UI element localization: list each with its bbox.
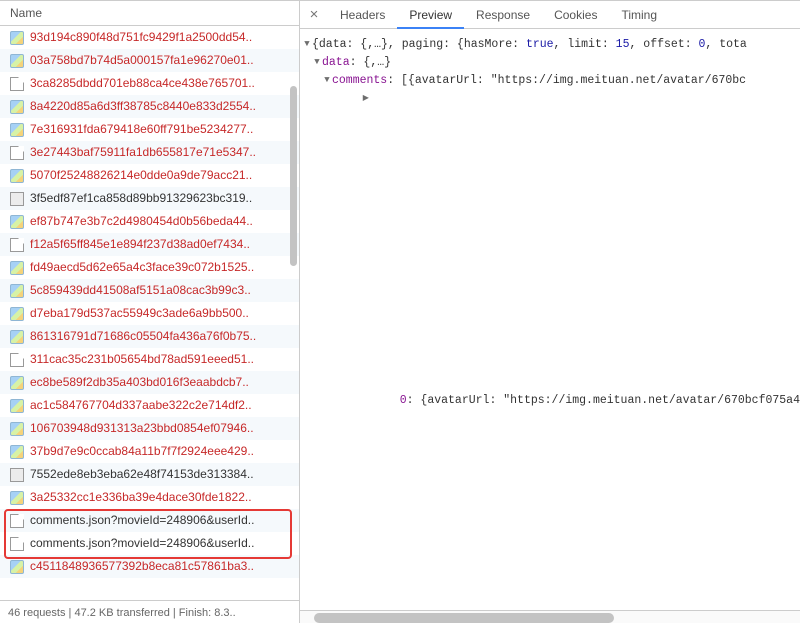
request-row[interactable]: 93d194c890f48d751fc9429f1a2500dd54.. [0,26,299,49]
detail-tabs: × HeadersPreviewResponseCookiesTiming [300,1,800,29]
request-name: ec8be589f2db35a403bd016f3eaabdcb7.. [30,371,249,394]
request-row[interactable]: 311cac35c231b05654bd78ad591eeed51.. [0,348,299,371]
image-file-icon [10,330,24,344]
image-file-icon [10,169,24,183]
image-file-icon [10,445,24,459]
expand-toggle[interactable] [332,89,400,610]
request-name: d7eba179d537ac55949c3ade6a9bb500.. [30,302,249,325]
image-file-icon [10,376,24,390]
json-value: : {,…} [350,54,391,71]
tab-headers[interactable]: Headers [328,1,397,29]
tab-response[interactable]: Response [464,1,542,29]
request-row[interactable]: c4511848936577392b8eca81c57861ba3.. [0,555,299,578]
request-row[interactable]: 3f5edf87ef1ca858d89bb91329623bc319.. [0,187,299,210]
name-column-header[interactable]: Name [0,1,299,26]
request-name: ac1c584767704d337aabe322c2e714df2.. [30,394,252,417]
request-row[interactable]: 3ca8285dbdd701eb88ca4ce438e765701.. [0,72,299,95]
request-name: 5c859439dd41508af5151a08cac3b99c3.. [30,279,251,302]
request-name: 3a25332cc1e336ba39e4dace30fde1822.. [30,486,252,509]
request-name: 311cac35c231b05654bd78ad591eeed51.. [30,348,254,371]
request-row[interactable]: 861316791d71686c05504fa436a76f0b75.. [0,325,299,348]
image-file-icon [10,54,24,68]
request-name: 5070f25248826214e0dde0a9de79acc21.. [30,164,252,187]
request-name: 3f5edf87ef1ca858d89bb91329623bc319.. [30,187,252,210]
request-row[interactable]: 5c859439dd41508af5151a08cac3b99c3.. [0,279,299,302]
image-file-icon [10,100,24,114]
image-file-icon [10,261,24,275]
document-file-icon [10,238,24,252]
request-name: 7552ede8eb3eba62e48f74153de313384.. [30,463,254,486]
request-row[interactable]: fd49aecd5d62e65a4c3face39c072b1525.. [0,256,299,279]
json-key[interactable]: 0 [400,392,407,409]
request-row[interactable]: 5070f25248826214e0dde0a9de79acc21.. [0,164,299,187]
image-file-icon [10,284,24,298]
expand-toggle[interactable] [302,35,312,53]
image-file-icon [10,422,24,436]
image-file-icon [10,399,24,413]
request-name: 106703948d931313a23bbd0854ef07946.. [30,417,254,440]
request-list-body[interactable]: 93d194c890f48d751fc9429f1a2500dd54..03a7… [0,26,299,600]
request-name: 8a4220d85a6d3ff38785c8440e833d2554.. [30,95,256,118]
image-file-icon [10,215,24,229]
document-file-icon [10,514,24,528]
scrollbar-thumb[interactable] [314,613,614,623]
request-name: comments.json?movieId=248906&userId.. [30,509,254,532]
request-name: f12a5f65ff845e1e894f237d38ad0ef7434.. [30,233,250,256]
preview-tree[interactable]: {data: {,…}, paging: {hasMore: true, lim… [300,29,800,610]
image-file-icon [10,123,24,137]
script-file-icon [10,468,24,482]
image-file-icon [10,31,24,45]
request-row[interactable]: f12a5f65ff845e1e894f237d38ad0ef7434.. [0,233,299,256]
tree-text: {data: {,…}, paging: {hasMore: true, lim… [312,36,747,53]
script-file-icon [10,192,24,206]
request-name: 03a758bd7b74d5a000157fa1e96270e01.. [30,49,254,72]
detail-panel: × HeadersPreviewResponseCookiesTiming {d… [300,1,800,623]
json-key[interactable]: data [322,54,350,71]
horizontal-scrollbar[interactable] [300,610,800,623]
request-name: ef87b747e3b7c2d4980454d0b56beda44.. [30,210,253,233]
request-row[interactable]: ac1c584767704d337aabe322c2e714df2.. [0,394,299,417]
tab-cookies[interactable]: Cookies [542,1,609,29]
json-value: : [{avatarUrl: "https://img.meituan.net/… [387,72,746,89]
tab-timing[interactable]: Timing [609,1,669,29]
tab-preview[interactable]: Preview [397,1,464,29]
network-request-list: Name 93d194c890f48d751fc9429f1a2500dd54.… [0,1,300,623]
request-name: fd49aecd5d62e65a4c3face39c072b1525.. [30,256,254,279]
status-bar: 46 requests | 47.2 KB transferred | Fini… [0,600,299,623]
request-name: 861316791d71686c05504fa436a76f0b75.. [30,325,256,348]
document-file-icon [10,537,24,551]
request-name: 93d194c890f48d751fc9429f1a2500dd54.. [30,26,252,49]
json-key[interactable]: comments [332,72,387,89]
request-row[interactable]: 37b9d7e9c0ccab84a11b7f7f2924eee429.. [0,440,299,463]
scrollbar-thumb[interactable] [290,86,297,266]
request-row[interactable]: 106703948d931313a23bbd0854ef07946.. [0,417,299,440]
request-row[interactable]: 03a758bd7b74d5a000157fa1e96270e01.. [0,49,299,72]
request-row[interactable]: ec8be589f2db35a403bd016f3eaabdcb7.. [0,371,299,394]
close-icon[interactable]: × [300,6,328,23]
document-file-icon [10,353,24,367]
document-file-icon [10,77,24,91]
request-row[interactable]: 7e316931fda679418e60ff791be5234277.. [0,118,299,141]
image-file-icon [10,491,24,505]
request-row[interactable]: ef87b747e3b7c2d4980454d0b56beda44.. [0,210,299,233]
request-name: c4511848936577392b8eca81c57861ba3.. [30,555,254,578]
request-row[interactable]: 8a4220d85a6d3ff38785c8440e833d2554.. [0,95,299,118]
request-row[interactable]: comments.json?movieId=248906&userId.. [0,532,299,555]
image-file-icon [10,560,24,574]
request-name: 37b9d7e9c0ccab84a11b7f7f2924eee429.. [30,440,254,463]
expand-toggle[interactable] [312,53,322,71]
request-name: 3e27443baf75911fa1db655817e71e5347.. [30,141,256,164]
document-file-icon [10,146,24,160]
request-name: 3ca8285dbdd701eb88ca4ce438e765701.. [30,72,255,95]
expand-toggle[interactable] [322,71,332,89]
request-row[interactable]: 7552ede8eb3eba62e48f74153de313384.. [0,463,299,486]
request-row[interactable]: d7eba179d537ac55949c3ade6a9bb500.. [0,302,299,325]
image-file-icon [10,307,24,321]
json-value: : {avatarUrl: "https://img.meituan.net/a… [407,392,800,409]
request-row[interactable]: 3e27443baf75911fa1db655817e71e5347.. [0,141,299,164]
request-row[interactable]: comments.json?movieId=248906&userId.. [0,509,299,532]
request-name: 7e316931fda679418e60ff791be5234277.. [30,118,253,141]
request-name: comments.json?movieId=248906&userId.. [30,532,254,555]
request-row[interactable]: 3a25332cc1e336ba39e4dace30fde1822.. [0,486,299,509]
